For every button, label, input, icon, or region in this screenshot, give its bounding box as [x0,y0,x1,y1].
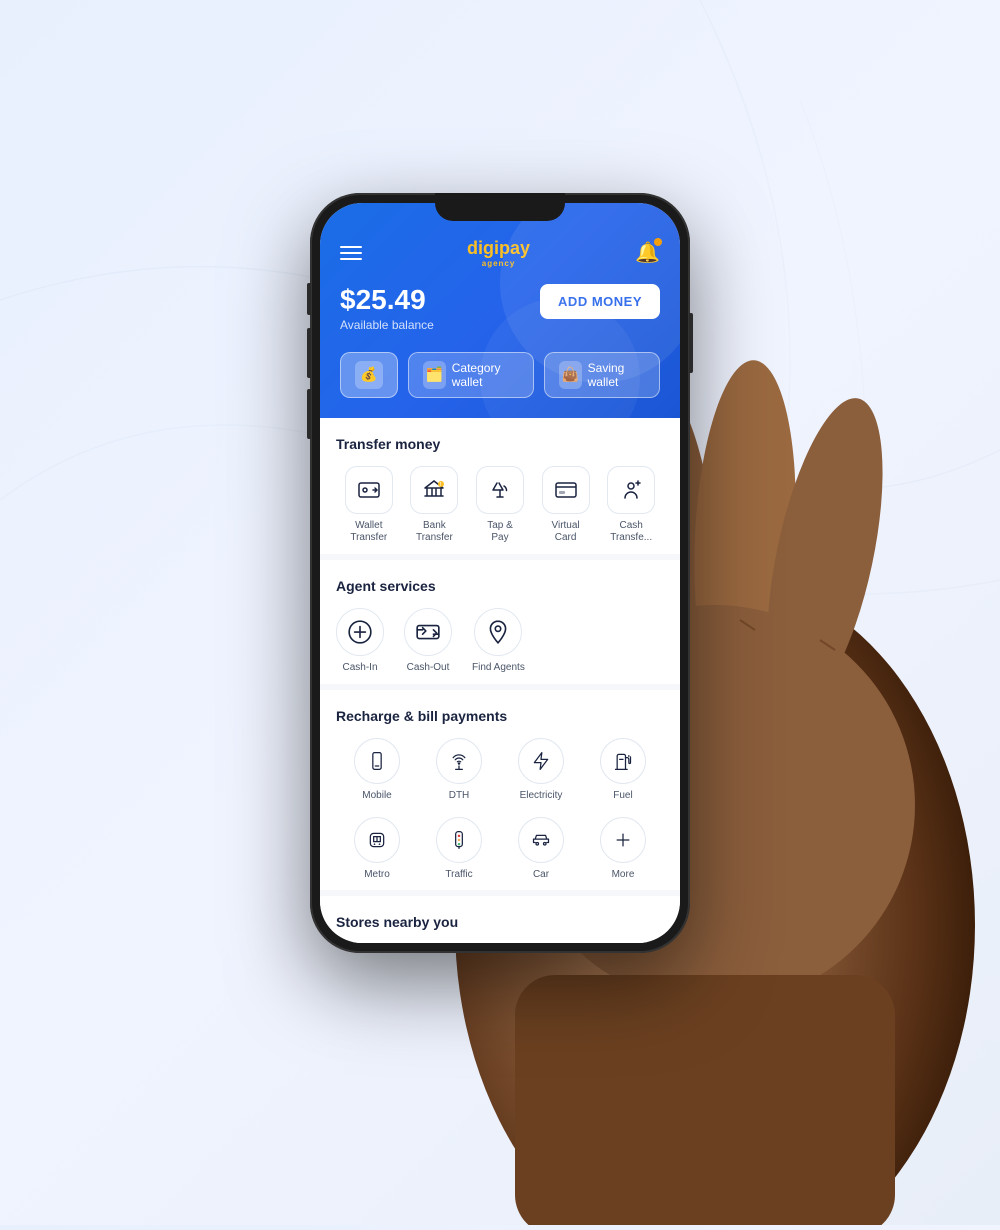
mobile-bill-item[interactable]: Mobile [336,738,418,801]
transfer-grid: WalletTransfer ! Ba [336,466,664,544]
phone-device: digipay agency 🔔 $25.49 Available balanc… [310,193,690,953]
wallet-transfer-item[interactable]: WalletTransfer [336,466,402,544]
virtual-card-item[interactable]: VirtualCard [533,466,599,544]
traffic-label: Traffic [445,869,472,880]
stores-section: Stores nearby you [320,896,680,943]
virtual-card-label: VirtualCard [551,520,579,544]
cash-transfer-icon [607,466,655,514]
phone-notch [435,193,565,221]
app-content: digipay agency 🔔 $25.49 Available balanc… [320,203,680,943]
transfer-money-section: Transfer money Walle [320,418,680,560]
hamburger-menu[interactable] [340,246,362,260]
find-agents-item[interactable]: Find Agents [472,608,525,674]
metro-bill-icon [354,817,400,863]
electricity-bill-icon [518,738,564,784]
cash-out-item[interactable]: Cash-Out [404,608,452,674]
dth-bill-icon [436,738,482,784]
app-header: digipay agency 🔔 $25.49 Available balanc… [320,203,680,418]
wallet-category-icon: 🗂️ [423,361,446,389]
find-agents-icon [474,608,522,656]
virtual-card-icon [542,466,590,514]
transfer-money-title: Transfer money [336,436,664,452]
bank-transfer-item[interactable]: ! BankTransfer [402,466,468,544]
wallet-category-label: Category wallet [452,361,519,389]
cash-in-item[interactable]: Cash-In [336,608,384,674]
power-button [689,313,693,373]
header-top: digipay agency 🔔 [340,238,660,268]
cash-out-icon [404,608,452,656]
agent-grid: Cash-In Cash-Out [336,608,664,674]
traffic-bill-icon [436,817,482,863]
more-label: More [612,869,635,880]
more-bill-icon [600,817,646,863]
add-money-button[interactable]: ADD MONEY [540,284,660,319]
volume-up-button [307,328,311,378]
volume-down-button [307,389,311,439]
wallet-tabs: 💰 🗂️ Category wallet 👜 Saving wallet [340,352,660,398]
agent-services-section: Agent services Cash- [320,560,680,690]
cash-transfer-item[interactable]: CashTransfe... [598,466,664,544]
mobile-label: Mobile [362,790,391,801]
dth-label: DTH [449,790,470,801]
notification-button[interactable]: 🔔 [635,240,660,265]
balance-amount: $25.49 [340,284,434,316]
traffic-bill-item[interactable]: Traffic [418,817,500,880]
wallet-tab-main[interactable]: 💰 [340,352,398,398]
more-bill-item[interactable]: More [582,817,664,880]
car-bill-icon [518,817,564,863]
fuel-bill-icon [600,738,646,784]
balance-label: Available balance [340,318,434,332]
car-bill-item[interactable]: Car [500,817,582,880]
cash-transfer-label: CashTransfe... [610,520,652,544]
cash-in-label: Cash-In [342,662,377,674]
notification-dot [654,238,662,246]
fuel-label: Fuel [613,790,632,801]
mobile-bill-icon [354,738,400,784]
bill-payments-section: Recharge & bill payments Mobile [320,690,680,896]
fuel-bill-item[interactable]: Fuel [582,738,664,801]
cash-in-icon [336,608,384,656]
electricity-bill-item[interactable]: Electricity [500,738,582,801]
metro-bill-item[interactable]: Metro [336,817,418,880]
metro-label: Metro [364,869,390,880]
find-agents-label: Find Agents [472,662,525,674]
cash-out-label: Cash-Out [407,662,450,674]
bill-payments-title: Recharge & bill payments [336,708,664,724]
wallet-saving-label: Saving wallet [588,361,645,389]
wallet-tab-saving[interactable]: 👜 Saving wallet [544,352,660,398]
tap-pay-icon [476,466,524,514]
phone-screen: digipay agency 🔔 $25.49 Available balanc… [320,203,680,943]
wallet-saving-icon: 👜 [559,361,582,389]
bank-transfer-label: BankTransfer [416,520,453,544]
mute-button [307,283,311,315]
dth-bill-item[interactable]: DTH [418,738,500,801]
wallet-transfer-label: WalletTransfer [350,520,387,544]
tap-pay-item[interactable]: Tap &Pay [467,466,533,544]
wallet-main-icon: 💰 [355,361,383,389]
phone-frame: digipay agency 🔔 $25.49 Available balanc… [310,193,690,953]
tap-pay-label: Tap &Pay [487,520,513,544]
app-logo: digipay agency [467,238,530,268]
main-content: Transfer money Walle [320,418,680,943]
electricity-label: Electricity [520,790,563,801]
car-label: Car [533,869,549,880]
balance-section: $25.49 Available balance ADD MONEY [340,284,660,332]
bills-grid: Mobile DTH [336,738,664,880]
wallet-tab-category[interactable]: 🗂️ Category wallet [408,352,534,398]
wallet-transfer-icon [345,466,393,514]
bank-transfer-icon: ! [410,466,458,514]
agent-services-title: Agent services [336,578,664,594]
stores-title: Stores nearby you [336,914,664,930]
